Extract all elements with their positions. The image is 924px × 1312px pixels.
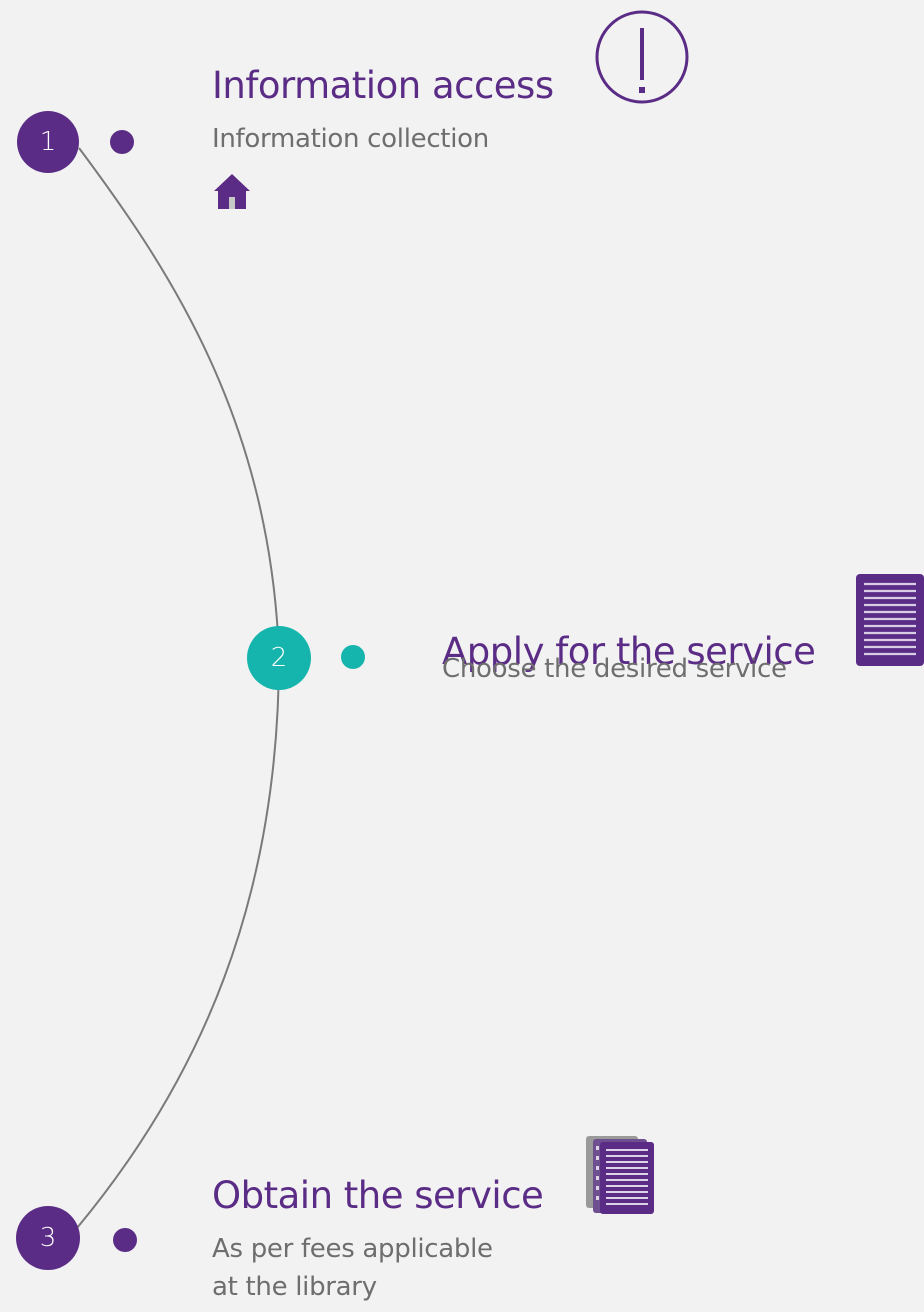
info-icon — [594, 10, 690, 104]
home-icon — [212, 172, 252, 210]
step-2-dot — [341, 645, 365, 669]
documents-stack-icon — [584, 1134, 656, 1216]
step-1-subtitle-line: Information collection — [212, 124, 489, 154]
step-3-title: Obtain the service — [212, 1174, 544, 1217]
step-3-subtitle-line-1: As per fees applicable — [212, 1234, 493, 1264]
step-3-number: 3 — [16, 1206, 80, 1270]
step-3-subtitle-line-2: at the library — [212, 1272, 377, 1302]
step-1-subtitle: Information collection — [212, 120, 489, 158]
step-1-dot — [110, 130, 134, 154]
steps-diagram: 1 Information access Information collect… — [0, 0, 924, 1312]
step-2-subtitle: Choose the desired service — [442, 650, 787, 688]
step-3-dot — [113, 1228, 137, 1252]
step-2-number: 2 — [247, 626, 311, 690]
step-3-subtitle: As per fees applicable at the library — [212, 1230, 493, 1306]
document-icon — [856, 574, 924, 666]
step-1-title: Information access — [212, 64, 554, 107]
timeline-arc-upper — [78, 147, 280, 656]
step-1-number: 1 — [17, 111, 79, 173]
step-2-subtitle-line: Choose the desired service — [442, 654, 787, 684]
timeline-arc-lower — [76, 654, 280, 1229]
